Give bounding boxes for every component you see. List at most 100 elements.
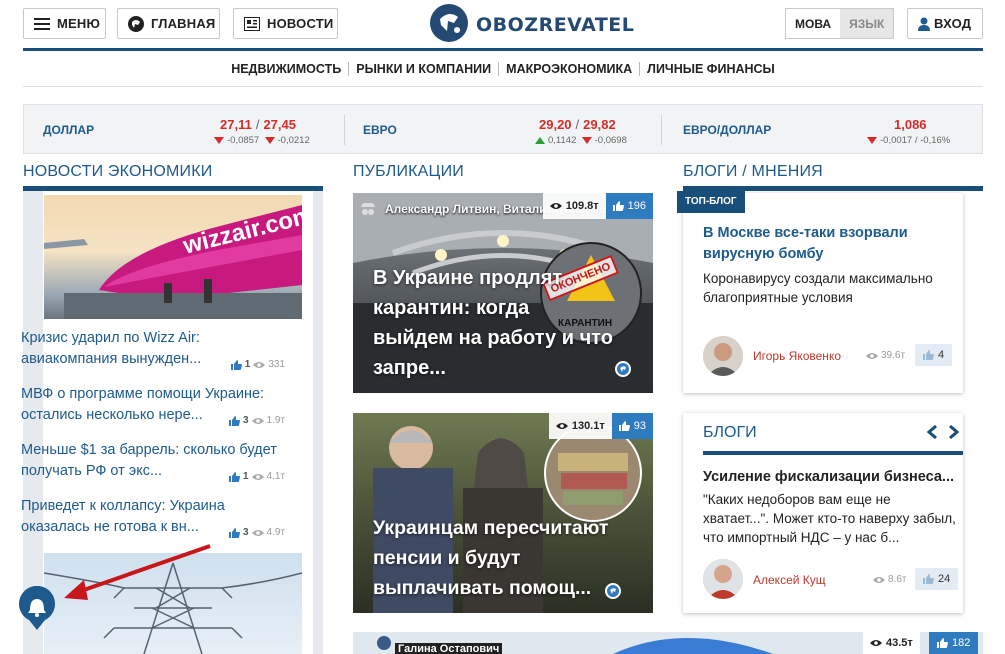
views-count: 43.5т: [886, 637, 913, 649]
strip-likes[interactable]: 182: [929, 632, 979, 654]
publication-likes[interactable]: 196: [605, 193, 653, 219]
eye-icon: [866, 352, 878, 359]
views-count: 130.1т: [571, 420, 605, 432]
nav-personal-finance[interactable]: ЛИЧНЫЕ ФИНАНСЫ: [640, 62, 782, 76]
economy-news-item[interactable]: Приведет к коллапсу: Украина оказалась н…: [21, 496, 291, 540]
news-views: 4.9т: [266, 527, 285, 538]
chevron-right-icon: [949, 424, 960, 440]
thumbs-up-icon: [612, 201, 624, 211]
change-sell: -0,0212: [277, 135, 310, 146]
blog-title[interactable]: Усиление фискализации бизнеса...: [703, 467, 963, 488]
thumbs-up-icon: [618, 421, 630, 431]
globe-badge-icon: [605, 583, 621, 599]
home-label: ГЛАВНАЯ: [151, 16, 216, 31]
top-blog-card[interactable]: В Москве все-таки взорвали вирусную бомб…: [683, 193, 963, 393]
blog-author[interactable]: Алексей Кущ: [753, 573, 826, 587]
nav-macroeconomics[interactable]: МАКРОЭКОНОМИКА: [499, 62, 641, 76]
menu-label: МЕНЮ: [57, 16, 101, 31]
news-label: НОВОСТИ: [267, 16, 334, 31]
publication-title[interactable]: Украинцам пересчитают пенсии и будут вып…: [373, 513, 613, 603]
publication-title[interactable]: В Украине продлят карантин: когда выйдем…: [373, 263, 613, 383]
avatar[interactable]: [703, 336, 743, 376]
author-avatar: [377, 636, 391, 650]
news-meta: 3 4.9т: [228, 527, 285, 538]
blogs-next-button[interactable]: [948, 424, 960, 444]
lang-russian[interactable]: ЯЗЫК: [840, 9, 894, 38]
likes-count: 93: [633, 420, 646, 432]
currency-bar: ДОЛЛАР 27,11/27,45 -0,0857 -0,0212 ЕВРО …: [23, 104, 983, 154]
newspaper-icon: [244, 16, 260, 31]
currency-eurusd[interactable]: ЕВРО/ДОЛЛАР 1,086 -0,0017 / -0,16%: [662, 105, 982, 153]
currency-eur[interactable]: ЕВРО 29,20/29,82 0,1142 -0,0698: [345, 105, 661, 153]
news-likes: 3: [242, 415, 249, 426]
economy-scrollbar[interactable]: [314, 191, 323, 654]
nav-real-estate[interactable]: НЕДВИЖИМОСТЬ: [224, 62, 350, 76]
economy-news-item[interactable]: Меньше $1 за баррель: сколько будет полу…: [21, 440, 291, 484]
site-header: МЕНЮ ГЛАВНАЯ НОВОСТИ OBOZREVATEL МОВА ЯЗ…: [23, 3, 983, 48]
eye-icon: [251, 473, 264, 480]
menu-button[interactable]: МЕНЮ: [23, 8, 106, 39]
currency-changes: 0,1142 -0,0698: [535, 135, 627, 146]
eye-icon: [549, 203, 562, 209]
news-button[interactable]: НОВОСТИ: [233, 8, 338, 39]
publication-card-partial[interactable]: Галина Остапович 43.5т 182: [353, 632, 983, 654]
currency-rates: 27,11/27,45: [220, 117, 296, 132]
blogs-prev-button[interactable]: [926, 424, 938, 444]
top-blog-title[interactable]: В Москве все-таки взорвали вирусную бомб…: [703, 223, 948, 265]
publication-likes[interactable]: 93: [611, 413, 653, 439]
thumbs-up-icon: [228, 471, 240, 482]
home-button[interactable]: ГЛАВНАЯ: [117, 8, 220, 39]
top-blog-author[interactable]: Игорь Яковенко: [753, 349, 841, 363]
avatar[interactable]: [703, 559, 743, 599]
top-blog-text: Коронавирусу создали максимально благопр…: [703, 271, 933, 305]
section-blogs-title[interactable]: БЛОГИ / МНЕНИЯ: [683, 163, 823, 181]
bell-icon: [19, 585, 56, 630]
down-arrow-icon: [264, 137, 275, 144]
likes-count: 182: [952, 637, 971, 649]
blog-views: 8.6т: [873, 574, 906, 585]
thumbs-up-icon: [228, 415, 240, 426]
news-views: 4.1т: [266, 471, 285, 482]
login-button[interactable]: ВХОД: [907, 8, 983, 39]
thumbs-up-icon: [230, 359, 242, 370]
language-switcher[interactable]: МОВА ЯЗЫК: [785, 8, 895, 39]
down-arrow-icon: [214, 137, 224, 144]
header-divider: [23, 48, 983, 51]
section-economy-title[interactable]: НОВОСТИ ЭКОНОМИКИ: [23, 163, 212, 181]
publication-card[interactable]: 130.1т 93 Украинцам пересчитают пенсии и…: [353, 413, 653, 613]
rate-buy: 27,11: [220, 117, 252, 132]
currency-usd[interactable]: ДОЛЛАР 27,11/27,45 -0,0857 -0,0212: [24, 105, 344, 153]
eye-icon: [251, 529, 264, 536]
thumbs-up-icon: [228, 527, 240, 538]
up-arrow-icon: [535, 137, 545, 144]
likes-count: 4: [938, 349, 945, 361]
strip-author[interactable]: Галина Остапович: [395, 643, 503, 654]
site-logo[interactable]: OBOZREVATEL: [430, 3, 634, 44]
blog-likes[interactable]: 24: [915, 568, 959, 590]
thumbs-up-icon: [923, 574, 934, 584]
economy-news-item[interactable]: Кризис ударил по Wizz Air: авиакомпания …: [21, 328, 291, 372]
blog-text: "Каких недоборов вам еще не хватает...".…: [703, 492, 956, 545]
top-blog-views: 39.6т: [866, 350, 905, 361]
change-value: -0,0017 / -0,16%: [880, 135, 951, 146]
publication-card[interactable]: ОКОНЧЕНО КАРАНТИН Александр Литвин, Вита…: [353, 193, 653, 393]
blogs-header[interactable]: БЛОГИ: [703, 424, 757, 442]
down-arrow-icon: [581, 137, 592, 144]
publication-stats: 130.1т 93: [548, 413, 653, 439]
lang-ukrainian[interactable]: МОВА: [786, 9, 841, 38]
red-arrow-annotation: [64, 544, 211, 600]
top-blog-likes[interactable]: 4: [915, 344, 953, 366]
eye-icon: [253, 361, 266, 368]
hamburger-icon: [34, 17, 50, 30]
eye-icon: [555, 423, 568, 429]
nav-markets[interactable]: РЫНКИ И КОМПАНИИ: [349, 62, 500, 76]
wizzair-plane-image[interactable]: wizzair.com: [44, 195, 302, 319]
likes-count: 196: [627, 200, 646, 212]
economy-news-item[interactable]: МВФ о программе помощи Украине: остались…: [21, 384, 291, 428]
notification-bell-button[interactable]: [18, 585, 56, 630]
currency-rates: 29,20/29,82: [539, 117, 616, 132]
eye-icon: [870, 640, 882, 646]
thumbs-up-icon: [923, 350, 934, 360]
section-publications-title[interactable]: ПУБЛИКАЦИИ: [353, 163, 464, 181]
top-blog-badge: ТОП-БЛОГ: [677, 191, 745, 213]
